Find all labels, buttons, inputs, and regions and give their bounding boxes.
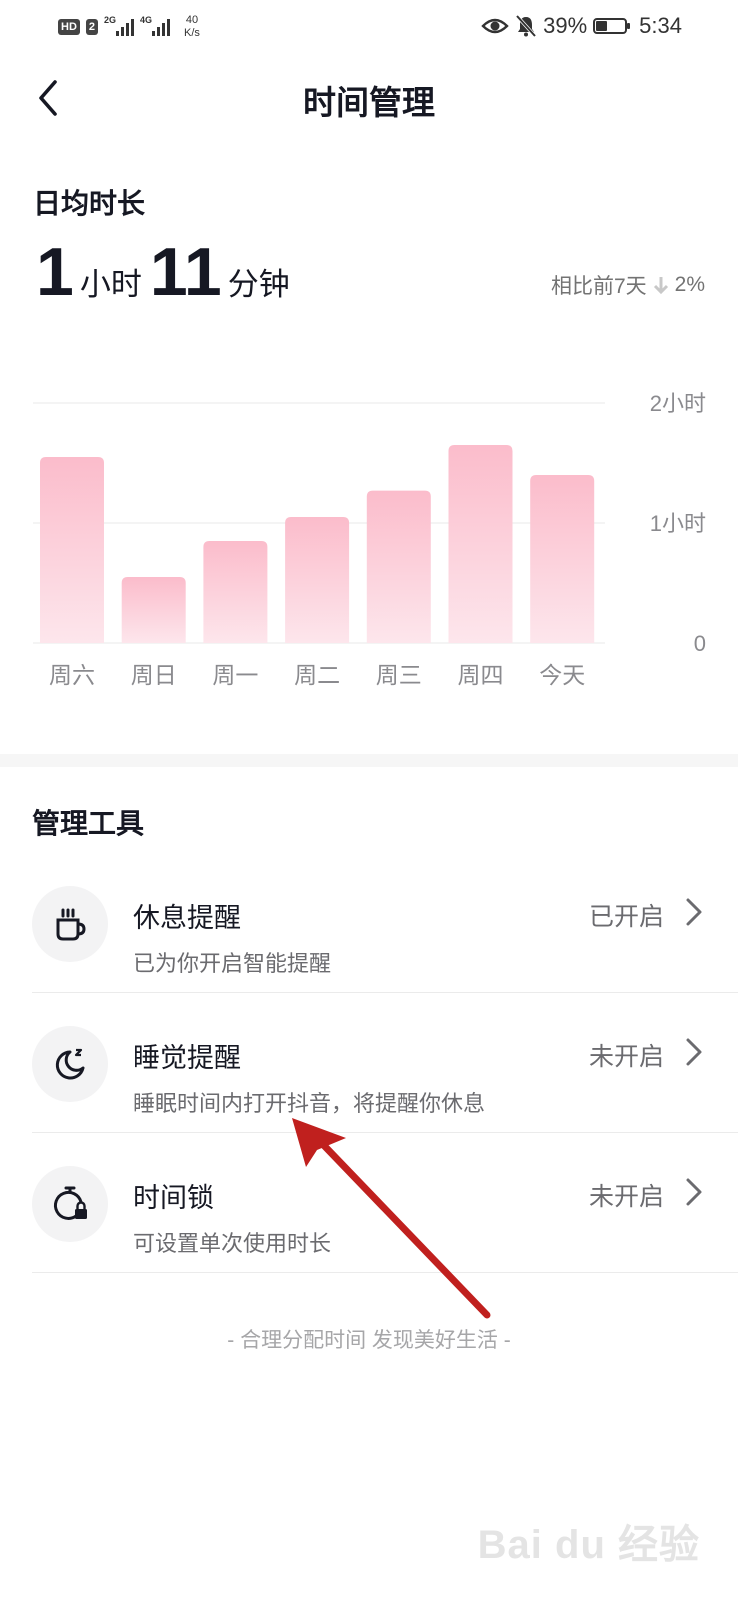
signal-icon: 2G [104, 15, 135, 36]
row-divider [32, 1272, 738, 1273]
chart-bar[interactable] [203, 541, 268, 643]
chevron-right-icon [686, 1038, 702, 1066]
clock-time: 5:34 [639, 13, 682, 38]
speed-value: 40 [185, 14, 199, 26]
minutes-unit: 分钟 [227, 267, 290, 302]
battery-icon [593, 18, 631, 34]
tool-description: 睡眠时间内打开抖音，将提醒你休息 [133, 1091, 486, 1116]
minutes-value: 11 [149, 234, 222, 310]
x-tick-label: 周二 [294, 662, 340, 688]
timer-lock-icon [54, 1186, 87, 1220]
chevron-right-icon [686, 898, 702, 926]
coffee-cup-icon [56, 908, 86, 941]
moon-zz-icon [55, 1048, 85, 1080]
chart-bar[interactable] [121, 577, 186, 643]
y-tick-label: 1小时 [650, 511, 706, 536]
chevron-right-icon [686, 1178, 702, 1206]
tools-section-title: 管理工具 [32, 808, 145, 839]
x-tick-label: 周三 [376, 662, 422, 688]
page-title: 时间管理 [303, 84, 435, 121]
chart-bar[interactable] [448, 445, 513, 643]
x-tick-label: 今天 [539, 662, 585, 688]
signal-icon: 4G [140, 15, 171, 36]
x-tick-label: 周一 [212, 662, 258, 688]
baidu-watermark: Bai du 经验 [477, 1523, 700, 1567]
battery-percent: 39% [543, 13, 588, 38]
tool-description: 可设置单次使用时长 [133, 1231, 332, 1256]
tool-icon-bg [32, 1166, 108, 1242]
x-tick-label: 周四 [458, 662, 504, 688]
y-tick-label: 0 [694, 631, 706, 656]
x-tick-label: 周六 [49, 662, 95, 688]
tool-name: 时间锁 [133, 1183, 214, 1213]
tool-status: 未开启 [588, 1183, 664, 1211]
hours-value: 1 [36, 234, 74, 310]
compare-label: 相比前7天 [550, 275, 647, 298]
network-type-2g: 2G [104, 15, 117, 25]
chart-bar[interactable] [530, 475, 595, 643]
footer-slogan: - 合理分配时间 发现美好生活 - [227, 1329, 511, 1352]
hd-label: HD [61, 21, 77, 33]
tool-icon-bg [32, 886, 108, 962]
battery-level [596, 21, 608, 31]
tool-description: 已为你开启智能提醒 [133, 951, 332, 976]
chart-bar[interactable] [40, 457, 104, 643]
tool-name: 休息提醒 [133, 903, 241, 933]
status-bar: HD 2 2G 4G 40 K/s 39% 5:34 [0, 0, 738, 56]
chart-bar[interactable] [285, 517, 350, 643]
network-type-4g: 4G [140, 15, 153, 25]
status-right-group: 39% 5:34 [481, 13, 682, 39]
eye-icon [481, 18, 509, 34]
speed-unit: K/s [184, 27, 200, 39]
daily-average-value: 1 小时 11 分钟 [36, 233, 298, 311]
section-divider [0, 754, 738, 767]
compare-value: 2% [674, 273, 705, 296]
daily-average-title: 日均时长 [33, 188, 146, 219]
tool-sleep-reminder[interactable]: 睡觉提醒 睡眠时间内打开抖音，将提醒你休息 未开启 [0, 993, 738, 1133]
chart-bar[interactable] [366, 490, 431, 643]
y-tick-label: 2小时 [650, 391, 706, 416]
tool-rest-reminder[interactable]: 休息提醒 已为你开启智能提醒 已开启 [0, 853, 738, 993]
hours-unit: 小时 [79, 267, 142, 302]
status-left-group: HD 2 2G 4G 40 K/s [58, 14, 200, 40]
tool-icon-bg [32, 1026, 108, 1102]
hd-badge: HD [58, 19, 80, 35]
network-speed: 40 K/s [184, 14, 200, 40]
bell-muted-icon [515, 14, 537, 38]
tool-status: 已开启 [588, 903, 664, 931]
tool-time-lock[interactable]: 时间锁 可设置单次使用时长 未开启 [0, 1133, 738, 1273]
tool-status: 未开启 [588, 1043, 664, 1071]
x-tick-label: 周日 [131, 662, 177, 688]
sim-badge: 2 [85, 19, 99, 35]
arrow-down-icon [653, 277, 668, 295]
tool-name: 睡觉提醒 [133, 1043, 241, 1073]
usage-bar-chart: 2小时 1小时 0 周六 周日 周一 周二 周三 周四 今天 [33, 391, 706, 688]
comparison-indicator: 相比前7天 2% [551, 270, 705, 300]
